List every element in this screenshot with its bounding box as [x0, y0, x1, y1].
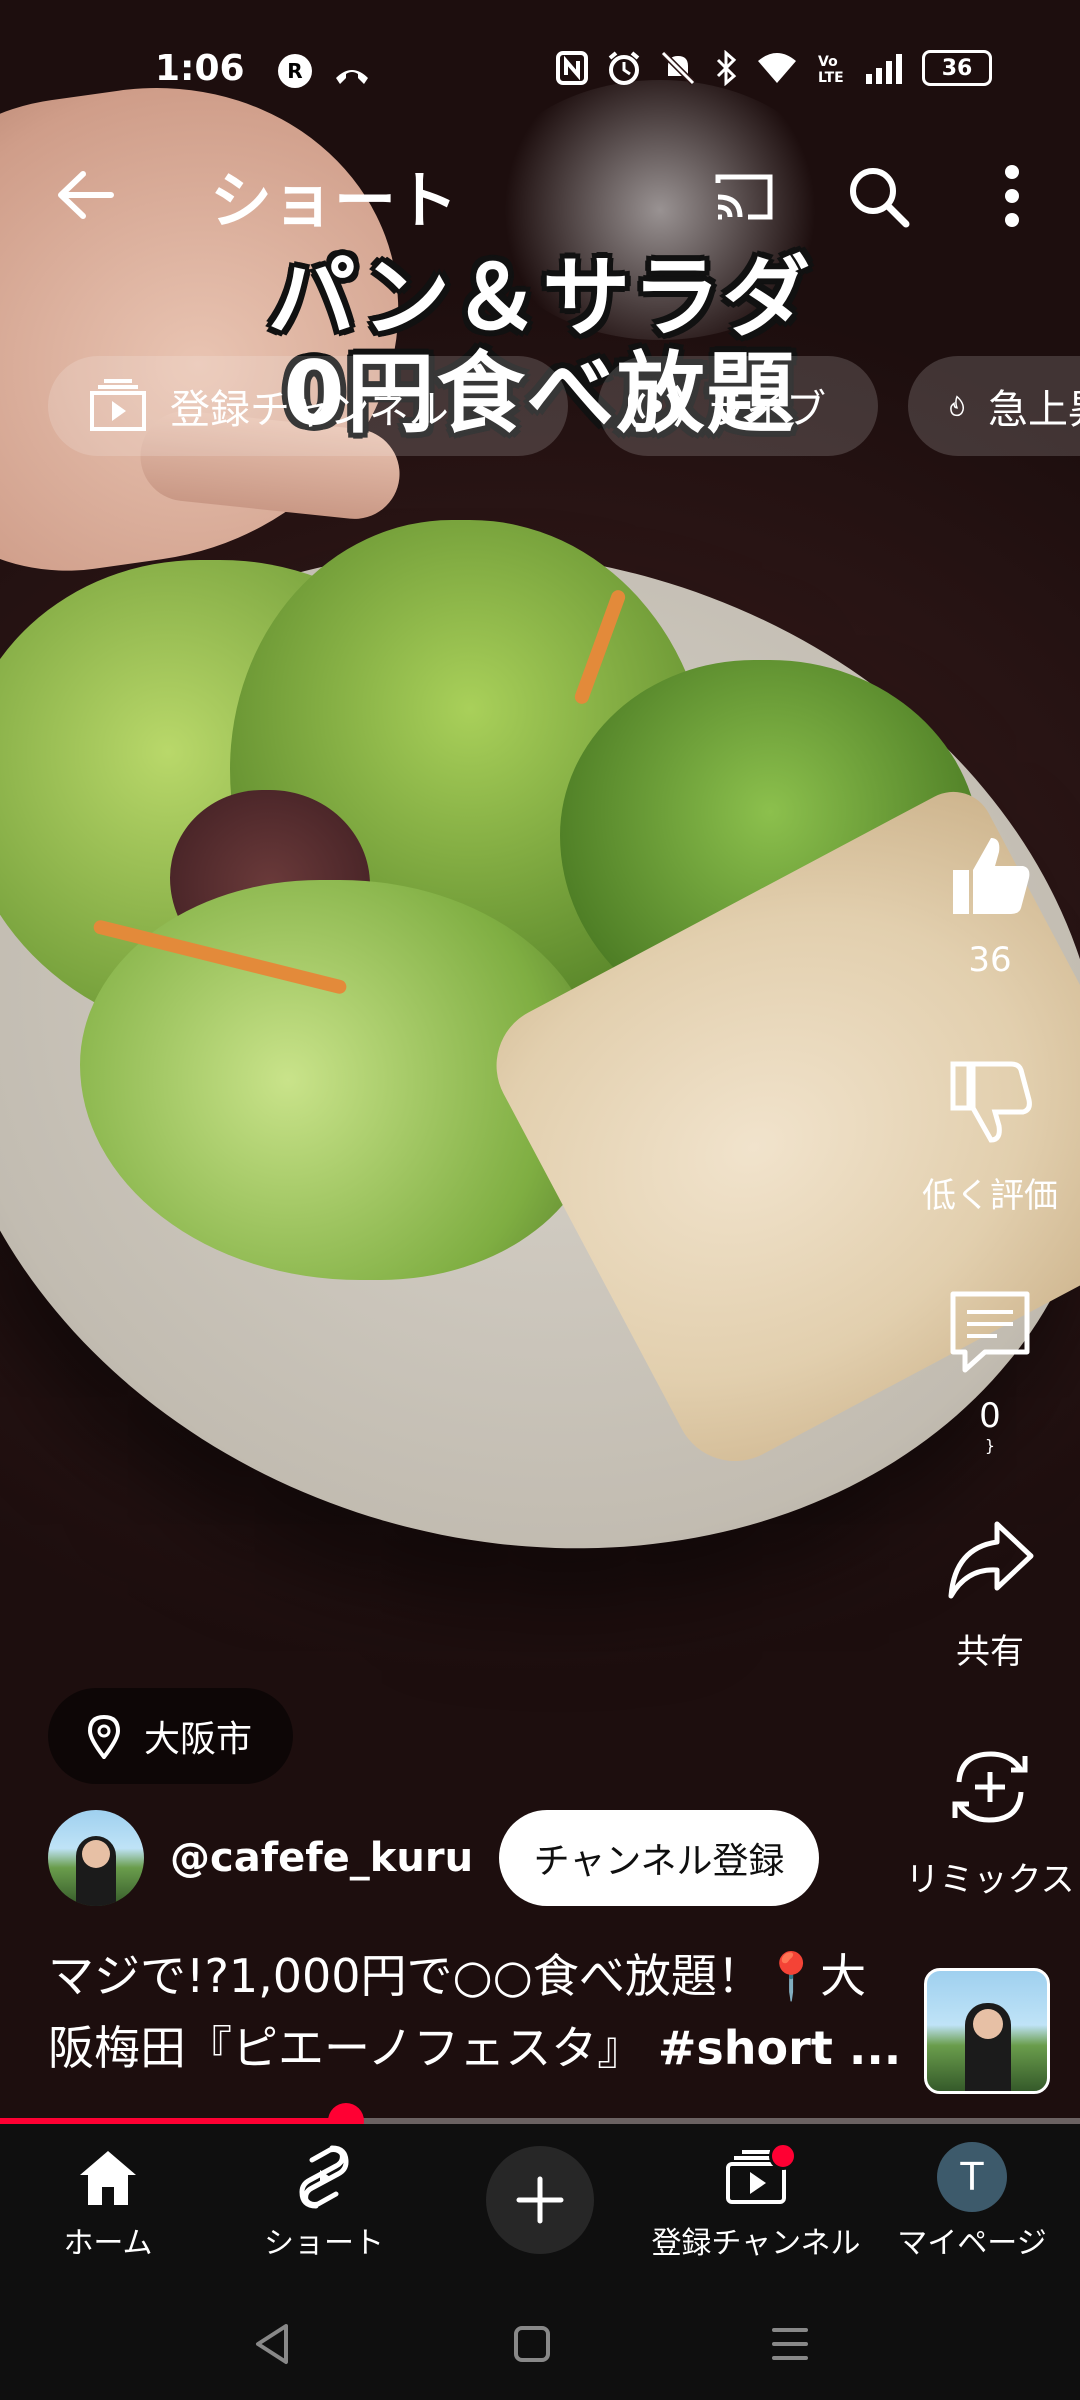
- status-bar: 1:06 R Vo LTE 36: [0, 0, 1080, 140]
- missed-call-icon: [336, 70, 368, 84]
- trending-flame-icon: [950, 395, 964, 417]
- comments-button[interactable]: 0 }: [900, 1276, 1080, 1455]
- chip-subscriptions[interactable]: 登録チャンネル: [48, 356, 568, 456]
- comment-count: 0: [979, 1396, 1001, 1436]
- system-back-button[interactable]: [242, 2314, 302, 2374]
- chip-trending[interactable]: 急上昇: [908, 356, 1080, 456]
- app-notification-icon: R: [278, 54, 312, 88]
- chip-subscriptions-label: 登録チャンネル: [170, 387, 449, 433]
- video-title[interactable]: マジで!?1,000円で○○食べ放題！📍大阪梅田『ピエーノフェスタ』 #shor…: [48, 1940, 908, 2084]
- like-count: 36: [968, 940, 1012, 980]
- nav-profile[interactable]: T マイページ: [864, 2138, 1080, 2262]
- system-recents-button[interactable]: [760, 2314, 820, 2374]
- location-chip[interactable]: 大阪市: [48, 1688, 293, 1784]
- cast-icon: [715, 174, 773, 220]
- subscribe-button[interactable]: チャンネル登録: [499, 1810, 820, 1906]
- chip-live[interactable]: ライブ: [598, 356, 878, 456]
- square-home-icon: [514, 2326, 550, 2362]
- dislike-label: 低く評価: [922, 1176, 1058, 1216]
- plus-icon: [516, 2176, 564, 2224]
- shorts-icon: [299, 2145, 349, 2209]
- chip-trending-label: 急上昇: [988, 387, 1080, 433]
- location-label: 大阪市: [144, 1719, 253, 1760]
- profile-avatar: T: [937, 2142, 1007, 2212]
- nav-home[interactable]: ホーム: [0, 2138, 216, 2262]
- nav-profile-label: マイページ: [897, 2226, 1047, 2261]
- system-navigation-bar: [0, 2284, 1080, 2400]
- subscriptions-icon: [90, 379, 146, 431]
- shorts-player-screen: パン＆サラダ 0円食べ放題 1:06 R Vo LTE 36 ショート 登録チャ…: [0, 0, 1080, 2400]
- thumb-up-icon: [953, 838, 1030, 914]
- nav-subscriptions[interactable]: 登録チャンネル: [648, 2138, 864, 2262]
- more-options-button[interactable]: [974, 158, 1050, 234]
- volte-icon: VoLTE: [818, 54, 844, 85]
- share-button[interactable]: 共有: [900, 1504, 1080, 1673]
- bottom-navigation: ホーム ショート 登録チャンネル T マイページ: [0, 2124, 1080, 2284]
- nav-shorts[interactable]: ショート: [216, 2138, 432, 2262]
- remix-icon: [952, 1751, 1028, 1823]
- svg-text:LTE: LTE: [818, 70, 844, 85]
- search-button[interactable]: [840, 158, 916, 234]
- video-hashtag[interactable]: #short ...: [658, 2021, 901, 2075]
- status-time: 1:06: [155, 48, 245, 89]
- svg-text:R: R: [287, 59, 302, 83]
- top-bar: ショート: [0, 140, 1080, 270]
- system-home-button[interactable]: [502, 2314, 562, 2374]
- like-button[interactable]: 36: [900, 820, 1080, 980]
- live-icon: [628, 384, 684, 428]
- chip-live-label: ライブ: [706, 387, 826, 433]
- channel-row: @cafefe_kuru チャンネル登録: [48, 1808, 820, 1908]
- triangle-back-icon: [256, 2324, 288, 2364]
- nav-home-label: ホーム: [63, 2226, 153, 2261]
- bluetooth-icon: [716, 50, 737, 86]
- location-pin-icon: [87, 1714, 121, 1759]
- nav-subscriptions-label: 登録チャンネル: [651, 2226, 861, 2261]
- nfc-icon: [556, 51, 588, 85]
- remix-label: リミックス: [905, 1860, 1075, 1900]
- remix-button[interactable]: リミックス: [900, 1732, 1080, 1901]
- battery-indicator: 36: [922, 50, 992, 86]
- alarm-icon: [608, 51, 640, 85]
- menu-lines-icon: [772, 2328, 808, 2360]
- search-icon: [850, 168, 910, 228]
- share-label: 共有: [956, 1632, 1024, 1672]
- arrow-back-icon: [58, 171, 114, 219]
- nav-shorts-label: ショート: [264, 2226, 384, 2261]
- feed-chips: 登録チャンネル ライブ 急上昇: [48, 356, 1080, 456]
- cast-button[interactable]: [706, 158, 782, 234]
- share-icon: [948, 1521, 1034, 1599]
- back-button[interactable]: [50, 160, 120, 230]
- more-vert-icon: [1005, 165, 1019, 227]
- signal-icon: [866, 54, 902, 84]
- sound-thumbnail[interactable]: [924, 1968, 1050, 2094]
- mute-icon: [660, 50, 696, 86]
- svg-text:Vo: Vo: [818, 54, 838, 70]
- comment-icon: [950, 1291, 1030, 1373]
- wifi-icon: [758, 53, 796, 83]
- channel-handle[interactable]: @cafefe_kuru: [170, 1835, 473, 1881]
- subscriptions-badge-dot: [769, 2142, 797, 2170]
- channel-avatar[interactable]: [48, 1810, 144, 1906]
- create-button[interactable]: [486, 2146, 594, 2254]
- thumb-down-icon: [950, 1061, 1032, 1143]
- dislike-button[interactable]: 低く評価: [900, 1048, 1080, 1217]
- home-icon: [80, 2151, 136, 2205]
- page-title: ショート: [210, 164, 459, 237]
